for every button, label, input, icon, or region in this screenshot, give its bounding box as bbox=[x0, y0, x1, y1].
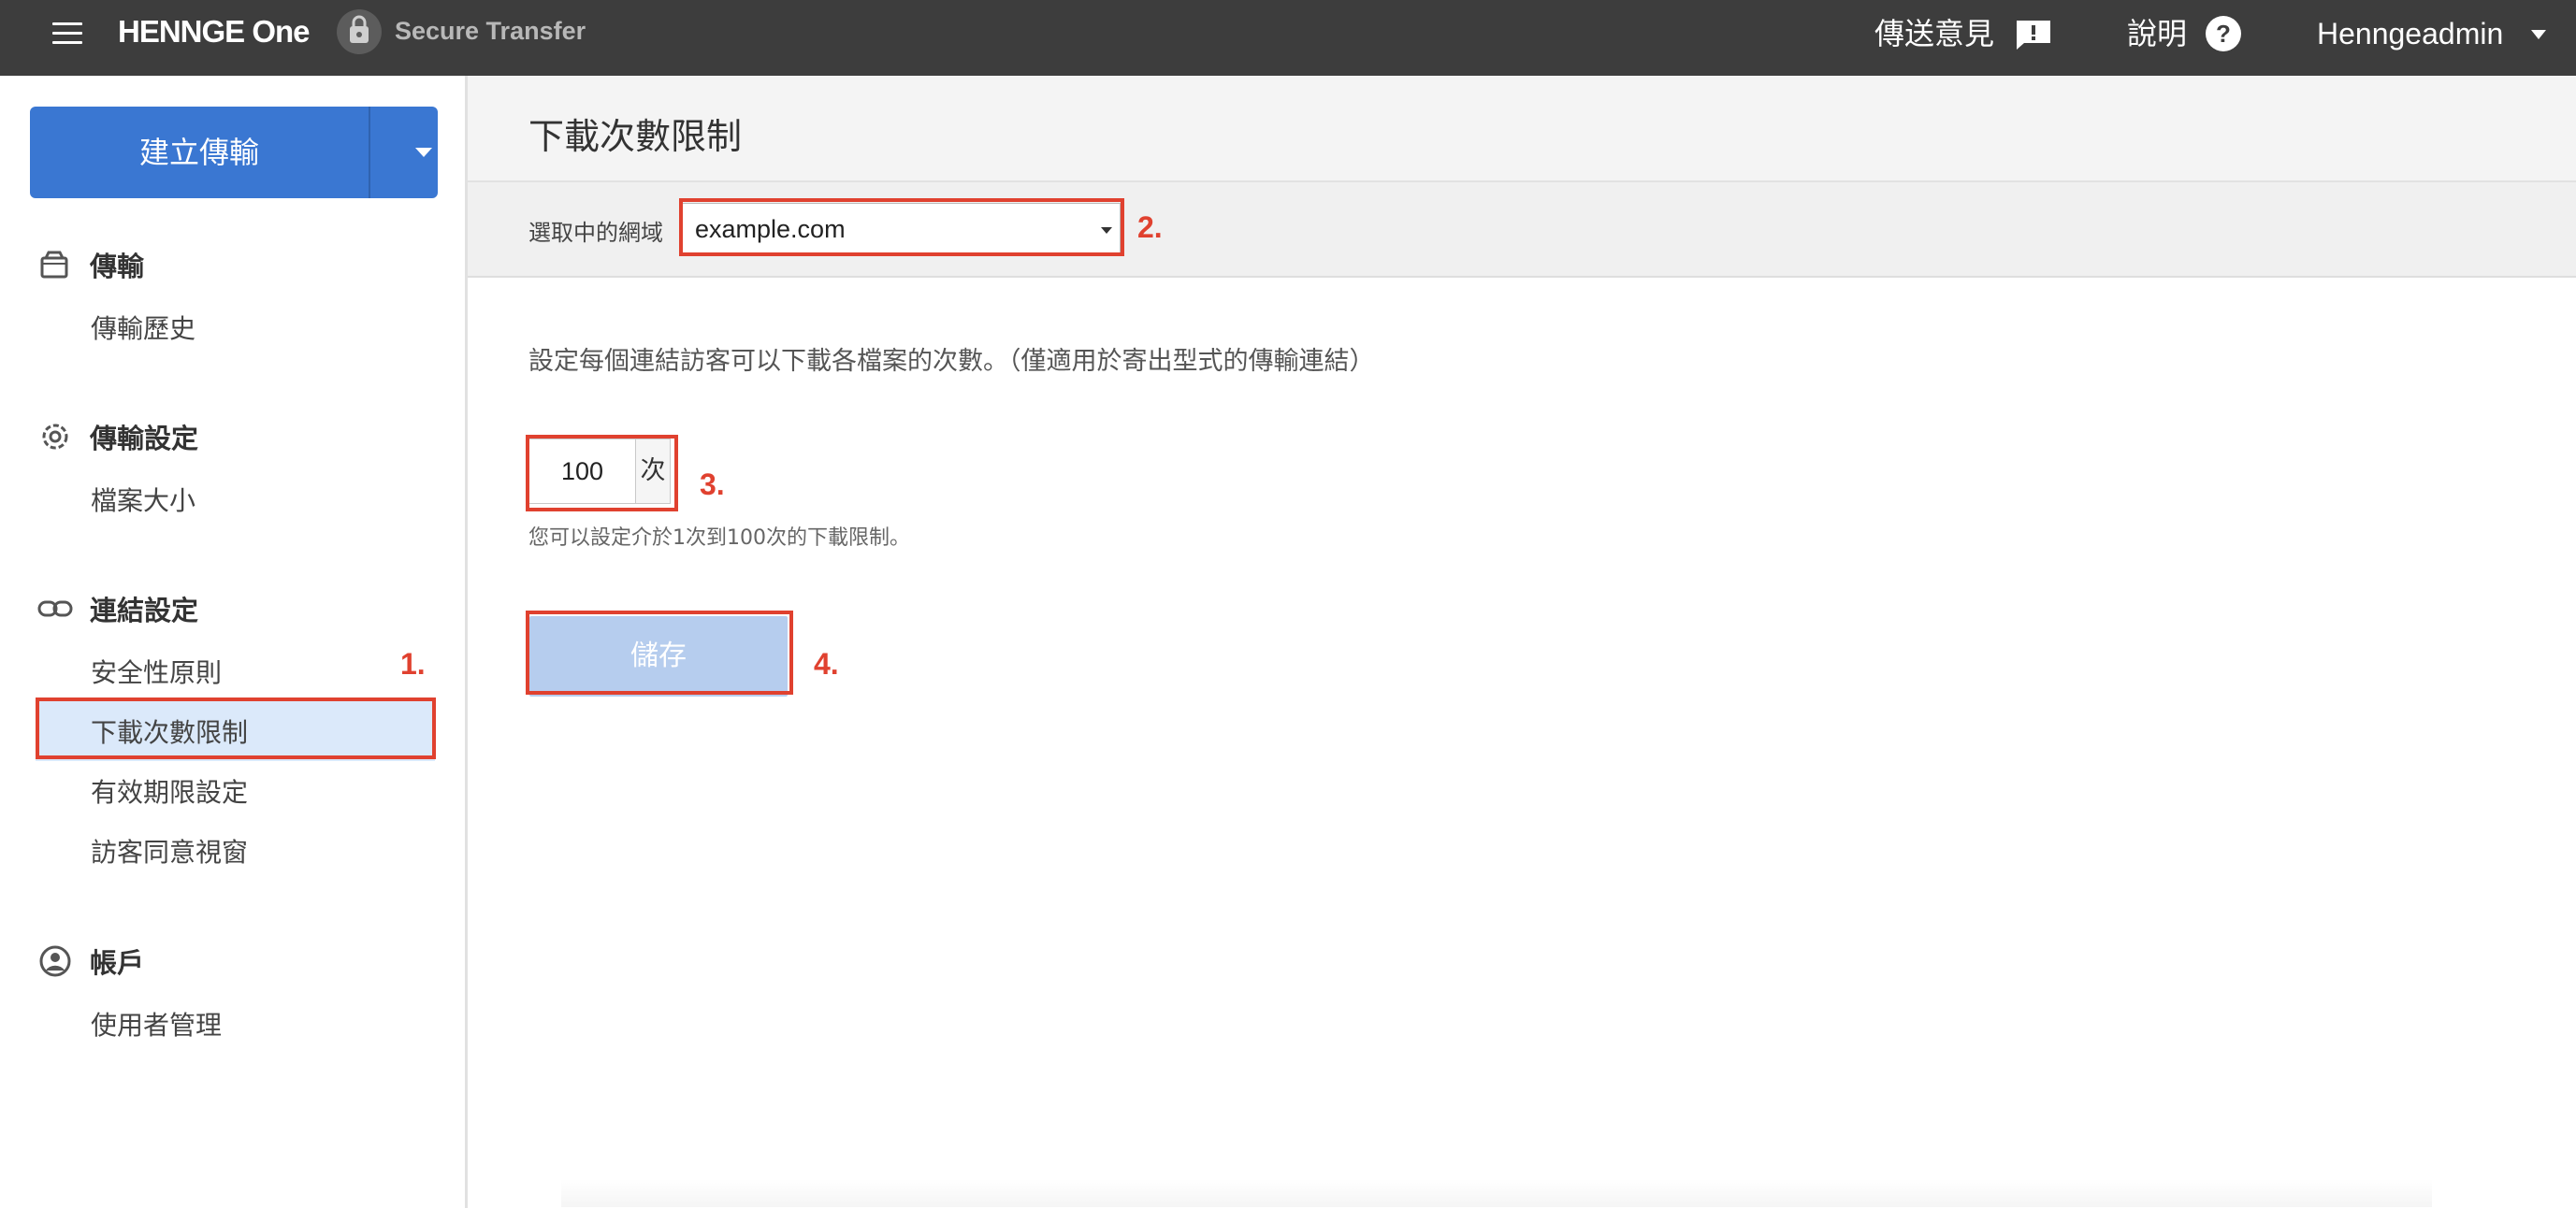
sidebar-item-security-policy[interactable]: 安全性原則 bbox=[91, 653, 222, 690]
top-bar: HENNGE One Secure Transfer 傳送意見 說明 ? Hen… bbox=[0, 0, 2576, 76]
feedback-link[interactable]: 傳送意見 bbox=[1874, 13, 1994, 54]
sidebar: 建立傳輸 傳輸 傳輸歷史 傳輸設定 檔案大小 連結設定 安全性原則 下載次數限制… bbox=[0, 76, 468, 1208]
annotation-number-4: 4. bbox=[814, 647, 839, 681]
help-link[interactable]: 說明 bbox=[2127, 13, 2187, 54]
page-header: 下載次數限制 bbox=[468, 76, 2576, 182]
sidebar-item-file-size[interactable]: 檔案大小 bbox=[91, 481, 195, 518]
sidebar-item-expiration[interactable]: 有效期限設定 bbox=[91, 772, 248, 810]
bottom-shadow bbox=[561, 1179, 2432, 1207]
account-icon bbox=[37, 943, 73, 979]
page-title: 下載次數限制 bbox=[528, 116, 743, 157]
description-text: 設定每個連結訪客可以下載各檔案的次數。（僅適用於寄出型式的傳輸連結） bbox=[528, 347, 1375, 376]
annotation-number-2: 2. bbox=[1137, 210, 1163, 244]
menu-icon[interactable] bbox=[52, 22, 82, 45]
sidebar-item-transfer-history[interactable]: 傳輸歷史 bbox=[91, 309, 195, 346]
gear-icon bbox=[37, 419, 73, 454]
hint-text: 您可以設定介於1次到100次的下載限制。 bbox=[528, 526, 910, 550]
create-transfer-label[interactable]: 建立傳輸 bbox=[30, 107, 369, 198]
domain-label: 選取中的網域 bbox=[528, 220, 663, 246]
dropdown-caret-icon[interactable] bbox=[415, 148, 432, 157]
svg-text:?: ? bbox=[2216, 20, 2231, 48]
package-icon bbox=[37, 247, 73, 282]
annotation-box-2 bbox=[679, 198, 1124, 256]
help-icon[interactable]: ? bbox=[2205, 15, 2242, 52]
sidebar-item-user-management[interactable]: 使用者管理 bbox=[91, 1005, 222, 1043]
brand-logo[interactable]: HENNGE One bbox=[118, 13, 311, 50]
create-transfer-button[interactable]: 建立傳輸 bbox=[30, 107, 438, 198]
annotation-number-3: 3. bbox=[700, 467, 725, 501]
link-icon bbox=[37, 591, 73, 626]
user-menu[interactable]: Henngeadmin bbox=[2317, 13, 2503, 54]
annotation-box-4 bbox=[526, 611, 793, 695]
annotation-box-3 bbox=[526, 435, 678, 511]
feedback-icon[interactable] bbox=[2015, 19, 2052, 50]
annotation-box-1 bbox=[36, 697, 436, 759]
chevron-down-icon[interactable] bbox=[2531, 30, 2546, 39]
product-name: Secure Transfer bbox=[395, 17, 586, 45]
sidebar-item-guest-consent[interactable]: 訪客同意視窗 bbox=[91, 832, 248, 870]
split-divider bbox=[369, 107, 370, 198]
annotation-number-1: 1. bbox=[400, 647, 426, 681]
product-logo-icon bbox=[337, 9, 382, 54]
